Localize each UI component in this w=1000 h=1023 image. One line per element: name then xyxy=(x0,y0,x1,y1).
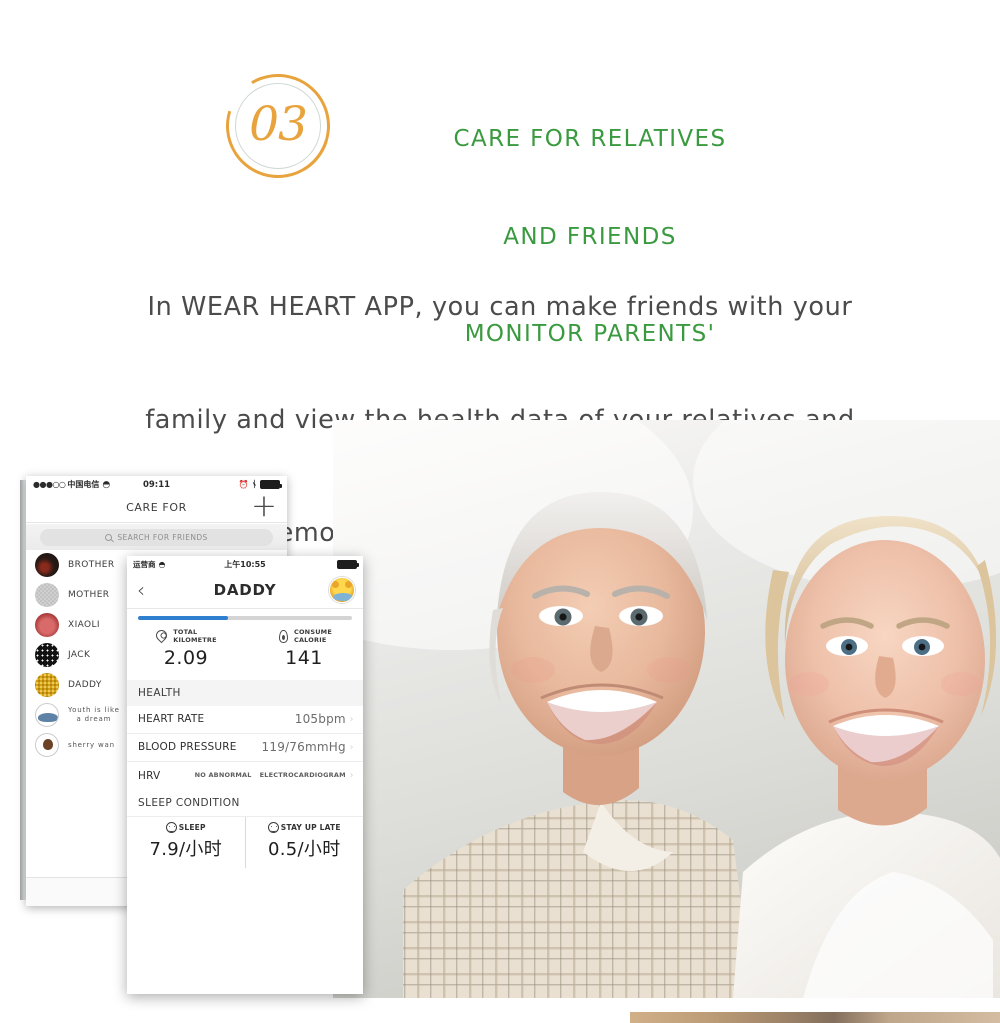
friend-name: MOTHER xyxy=(68,590,110,600)
alarm-icon: ⏰ xyxy=(238,480,249,489)
elderly-couple-photo xyxy=(333,420,1000,998)
friend-name: Youth is like a dream xyxy=(68,706,120,723)
bear-avatar[interactable] xyxy=(329,577,355,603)
bottom-color-strip xyxy=(630,1012,1000,1023)
search-input[interactable]: SEARCH FOR FRIENDS xyxy=(40,528,273,546)
metric-value: 2.09 xyxy=(163,646,209,669)
hero-section: 03 CARE FOR RELATIVES AND FRIENDS MONITO… xyxy=(0,0,1000,775)
page-title: DADDY xyxy=(213,581,277,599)
health-row-label: HRV xyxy=(138,769,161,782)
metric-label-line2: KILOMETRE xyxy=(173,635,217,644)
metric-total-kilometre[interactable]: TOTAL KILOMETRE 2.09 xyxy=(127,627,245,669)
battery-full-icon xyxy=(337,559,359,569)
health-row-value: 119/76mmHg xyxy=(261,740,346,754)
health-row-heart-rate[interactable]: HEART RATE 105bpm › xyxy=(127,706,363,734)
health-row-hrv[interactable]: HRV NO ABNORMAL ELECTROCARDIOGRAM › xyxy=(127,762,363,790)
metric-consume-calorie[interactable]: CONSUME CALORIE 141 xyxy=(245,628,363,669)
health-row-label: BLOOD PRESSURE xyxy=(138,741,237,753)
battery-full-icon xyxy=(260,480,282,489)
avatar xyxy=(35,733,59,757)
health-list: HEART RATE 105bpm › BLOOD PRESSURE 119/7… xyxy=(127,705,363,790)
avatar xyxy=(35,643,59,667)
search-zone: SEARCH FOR FRIENDS xyxy=(26,524,287,550)
friend-name: sherry wan xyxy=(68,740,115,749)
sleep-label: SLEEP xyxy=(178,822,206,832)
chevron-right-icon: › xyxy=(349,741,354,753)
chevron-left-icon[interactable]: ‹ xyxy=(137,580,145,600)
health-row-value-wrap: 105bpm › xyxy=(295,712,354,726)
health-row-value-wrap: NO ABNORMAL ELECTROCARDIOGRAM › xyxy=(195,770,354,781)
avatar xyxy=(35,703,59,727)
metric-label-line2: CALORIE xyxy=(293,635,327,644)
health-row-value-wrap: 119/76mmHg › xyxy=(262,740,354,754)
bluetooth-icon: ᛀ xyxy=(251,479,257,490)
friend-name: XIAOLI xyxy=(68,620,100,630)
chevron-right-icon: › xyxy=(349,770,354,781)
step-number-badge: 03 xyxy=(207,55,349,197)
chevron-right-icon: › xyxy=(349,713,354,725)
location-pin-icon xyxy=(153,627,170,645)
friend-name: BROTHER xyxy=(68,560,115,570)
status-right-icons: ⏰ ᛀ xyxy=(238,479,282,490)
sleep-value: 0.5/小时 xyxy=(268,838,341,860)
status-time: 上午10:55 xyxy=(224,559,266,569)
avatar xyxy=(35,583,59,607)
friend-name: JACK xyxy=(68,650,91,660)
sleep-face-icon xyxy=(165,821,177,833)
page-title: CARE FOR xyxy=(126,501,187,514)
badge-number-text: 03 xyxy=(249,96,308,152)
status-bar: 运营商 ◓ 上午10:55 xyxy=(127,556,363,572)
health-row-label: HEART RATE xyxy=(138,713,205,725)
sleep-metrics: SLEEP 7.9/小时 STAY UP LATE 0.5/小时 xyxy=(127,815,364,868)
sleep-cell-sleep[interactable]: SLEEP 7.9/小时 xyxy=(127,817,245,868)
sleep-value: 7.9/小时 xyxy=(149,838,222,860)
health-row-value-line1: NO ABNORMAL xyxy=(194,770,252,779)
search-placeholder: SEARCH FOR FRIENDS xyxy=(117,532,208,542)
section-header-health: HEALTH xyxy=(127,679,363,706)
status-bar: ●●●○○ 中国电信 ◓ 09:11 ⏰ ᛀ xyxy=(26,476,287,493)
friend-name: DADDY xyxy=(68,680,102,690)
motion-metrics: TOTAL KILOMETRE 2.09 CONSUME CALORIE 141 xyxy=(127,619,363,680)
health-row-value: 105bpm xyxy=(294,712,346,726)
health-row-value-line2: ELECTROCARDIOGRAM xyxy=(259,770,346,779)
sleep-cell-stay-up-late[interactable]: STAY UP LATE 0.5/小时 xyxy=(244,816,364,868)
health-row-value: NO ABNORMAL ELECTROCARDIOGRAM xyxy=(194,770,346,780)
sleep-label: STAY UP LATE xyxy=(280,822,341,832)
avatar xyxy=(35,673,59,697)
metric-value: 141 xyxy=(285,646,323,669)
add-friend-button[interactable]: + xyxy=(251,491,277,522)
avatar xyxy=(35,613,59,637)
headline-line-1: CARE FOR RELATIVES xyxy=(453,126,727,152)
section-header-sleep: SLEEP CONDITION xyxy=(127,789,363,816)
flame-icon xyxy=(276,629,290,645)
phone-daddy-screen: 运营商 ◓ 上午10:55 ‹ DADDY MOTION TODAY'S STE… xyxy=(127,556,363,994)
search-icon xyxy=(105,533,113,541)
nav-bar: ‹ DADDY xyxy=(127,572,363,609)
nav-bar: CARE FOR + xyxy=(26,491,287,523)
avatar xyxy=(35,553,59,577)
paragraph-line-1: In WEAR HEART APP, you can make friends … xyxy=(147,291,853,322)
health-row-blood-pressure[interactable]: BLOOD PRESSURE 119/76mmHg › xyxy=(127,734,363,762)
sleep-face-icon xyxy=(267,821,279,833)
